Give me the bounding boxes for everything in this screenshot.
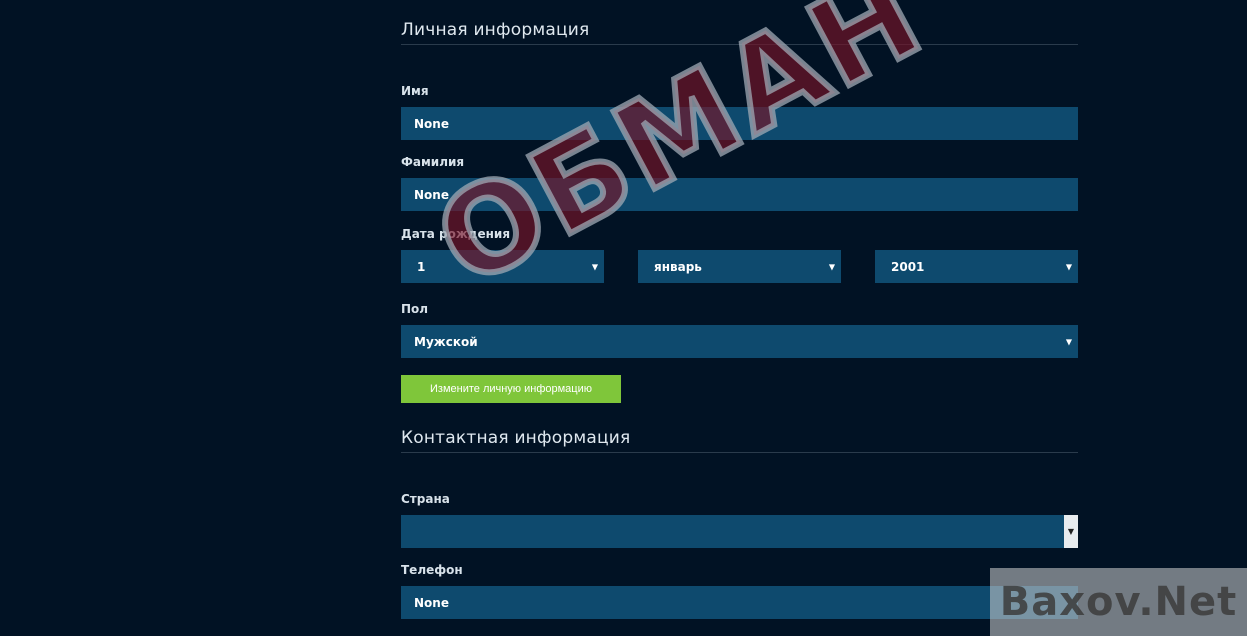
phone-label: Телефон xyxy=(401,563,463,577)
chevron-down-icon: ▼ xyxy=(1067,527,1075,536)
last-name-input[interactable]: None xyxy=(401,178,1078,211)
site-watermark: Baxov.Net xyxy=(990,568,1247,636)
dob-year-value: 2001 xyxy=(891,259,925,274)
gender-label: Пол xyxy=(401,302,429,316)
chevron-down-icon: ▼ xyxy=(828,262,835,271)
first-name-input[interactable]: None xyxy=(401,107,1078,140)
watermark-text: Baxov.Net xyxy=(999,579,1238,625)
first-name-label: Имя xyxy=(401,84,429,98)
chevron-down-icon: ▼ xyxy=(1065,337,1072,346)
dob-label: Дата рождения xyxy=(401,227,511,241)
phone-value: None xyxy=(414,595,449,610)
dob-year-select[interactable]: 2001 ▼ xyxy=(875,250,1078,283)
page: Личная информация Имя None Фамилия None … xyxy=(0,0,1247,636)
country-dropdown-toggle[interactable]: ▼ xyxy=(1064,515,1078,548)
update-personal-info-button[interactable]: Измените личную информацию xyxy=(401,375,621,403)
dob-month-select[interactable]: январь ▼ xyxy=(638,250,841,283)
chevron-down-icon: ▼ xyxy=(1065,262,1072,271)
dob-day-select[interactable]: 1 ▼ xyxy=(401,250,604,283)
dob-day-value: 1 xyxy=(417,259,426,274)
contact-info-title: Контактная информация xyxy=(401,428,1078,453)
first-name-value: None xyxy=(414,116,449,131)
gender-select[interactable]: Мужской ▼ xyxy=(401,325,1078,358)
chevron-down-icon: ▼ xyxy=(591,262,598,271)
country-select[interactable]: ▼ xyxy=(401,515,1078,548)
dob-month-value: январь xyxy=(654,259,702,274)
country-label: Страна xyxy=(401,492,450,506)
gender-value: Мужской xyxy=(414,334,478,349)
last-name-label: Фамилия xyxy=(401,155,465,169)
personal-info-title: Личная информация xyxy=(401,20,1078,45)
phone-input[interactable]: None xyxy=(401,586,1078,619)
last-name-value: None xyxy=(414,187,449,202)
